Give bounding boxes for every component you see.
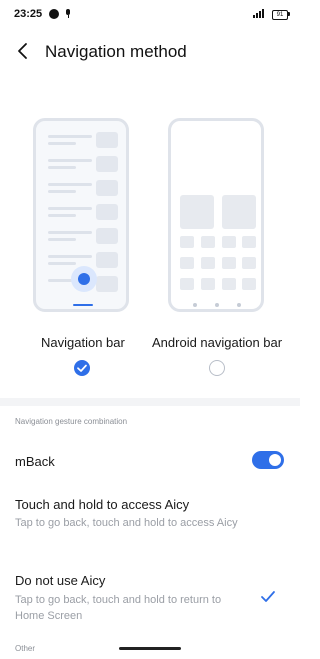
battery-level: 91 [276, 12, 284, 18]
preview-app-icon [201, 257, 215, 269]
row-title-do-not-use-aicy[interactable]: Do not use Aicy [15, 573, 105, 588]
section-header-other: Other [15, 644, 36, 653]
nav-dot-icon [193, 303, 197, 307]
checkmark-icon [77, 364, 87, 372]
preview-box [96, 204, 118, 220]
battery-tip [288, 12, 290, 16]
preview-line [48, 238, 76, 241]
preview-app-icon [222, 236, 236, 248]
radio-android-navigation-bar[interactable] [209, 360, 225, 376]
toggle-knob [269, 454, 281, 466]
section-divider [0, 398, 300, 406]
selected-check-icon [261, 591, 275, 602]
preview-app-icon [180, 278, 194, 290]
row-subtitle-do-not-use-aicy: Tap to go back, touch and hold to return… [15, 594, 222, 622]
nav-indicator-line [73, 304, 93, 306]
preview-app-icon [222, 278, 236, 290]
preview-line [48, 255, 92, 258]
preview-line [48, 135, 92, 138]
section-header-gesture: Navigation gesture combination [15, 417, 128, 426]
battery-icon: 91 [272, 10, 288, 20]
preview-app-icon [201, 278, 215, 290]
row-title-touch-hold-aicy[interactable]: Touch and hold to access Aicy [15, 497, 189, 512]
preview-tile [222, 195, 256, 229]
home-indicator[interactable] [119, 647, 181, 650]
preview-app-icon [222, 257, 236, 269]
status-dot-icon [49, 9, 59, 19]
preview-app-icon [180, 257, 194, 269]
preview-line [48, 231, 92, 234]
preview-box [96, 276, 118, 292]
status-time: 23:25 [14, 8, 43, 20]
signal-icon [253, 9, 265, 18]
radio-navigation-bar[interactable] [74, 360, 90, 376]
microphone-icon [65, 9, 71, 18]
preview-box [96, 132, 118, 148]
android-navigation-bar-preview[interactable] [168, 118, 264, 312]
back-arrow-icon [18, 43, 27, 59]
nav-dot-icon [215, 303, 219, 307]
preview-line [48, 207, 92, 210]
mback-toggle[interactable] [252, 451, 284, 469]
preview-box [96, 156, 118, 172]
preview-line [48, 214, 76, 217]
row-subtitle-touch-hold-aicy: Tap to go back, touch and hold to access… [15, 517, 238, 529]
preview-app-icon [242, 257, 256, 269]
preview-line [48, 159, 92, 162]
preview-app-icon [180, 236, 194, 248]
preview-box [96, 180, 118, 196]
preview-line [48, 262, 76, 265]
preview-line [48, 190, 76, 193]
preview-box [96, 228, 118, 244]
row-title-mback: mBack [15, 454, 55, 469]
navigation-bar-preview[interactable] [33, 118, 129, 312]
preview-tile [180, 195, 214, 229]
nav-dot-icon [237, 303, 241, 307]
preview-app-icon [201, 236, 215, 248]
preview-line [48, 166, 76, 169]
preview-app-icon [242, 236, 256, 248]
preview-box [96, 252, 118, 268]
preview-app-icon [242, 278, 256, 290]
back-button[interactable] [12, 40, 34, 62]
preview-line [48, 142, 76, 145]
floating-nav-button-icon [78, 273, 90, 285]
option-label-android-navigation-bar[interactable]: Android navigation bar [152, 335, 282, 350]
preview-line [48, 183, 92, 186]
page-title: Navigation method [45, 42, 187, 61]
option-label-navigation-bar[interactable]: Navigation bar [41, 335, 125, 350]
